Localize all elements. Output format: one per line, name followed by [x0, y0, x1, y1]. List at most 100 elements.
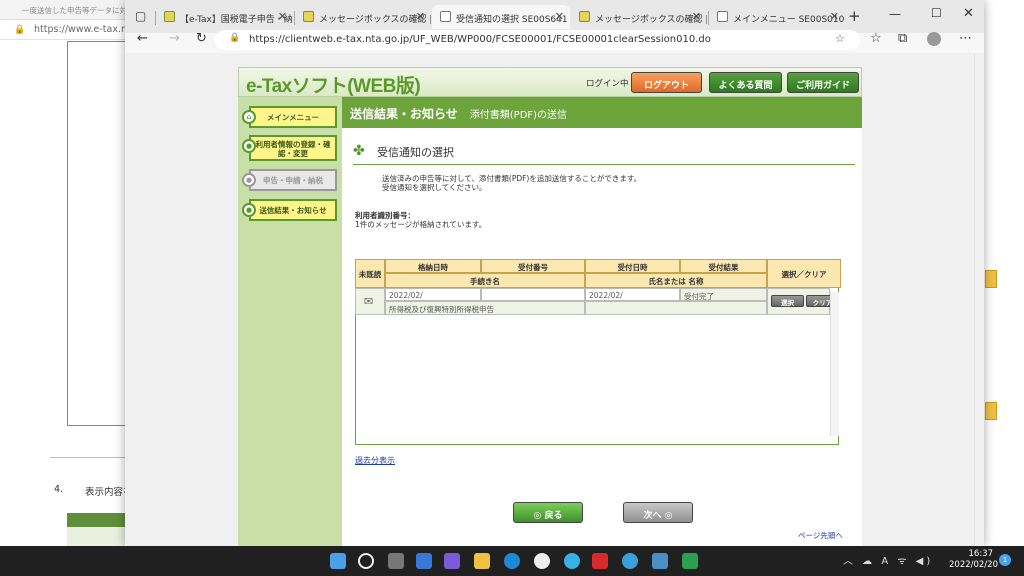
close-icon[interactable]: ✕: [830, 10, 839, 23]
folder-icon[interactable]: [985, 402, 997, 420]
background-tab[interactable]: 一度送信した申告等データに対し: [0, 0, 125, 20]
back-button[interactable]: ◎ 戻る: [513, 502, 583, 523]
favorite-add-icon[interactable]: ☆: [835, 32, 845, 45]
section-heading: ✤ 受信通知の選択: [353, 143, 855, 165]
faq-button[interactable]: よくある質問: [709, 72, 782, 93]
login-status: ログイン中: [586, 79, 629, 89]
background-document: [67, 41, 128, 426]
table-scrollbar[interactable]: [830, 292, 839, 436]
more-menu-icon[interactable]: ⋯: [959, 31, 972, 46]
favorites-icon[interactable]: ☆: [870, 31, 882, 46]
spreadsheet-icon[interactable]: [682, 553, 698, 569]
maximize-icon[interactable]: ☐: [931, 6, 942, 20]
circle-icon: ●: [242, 203, 256, 217]
start-icon[interactable]: [330, 553, 346, 569]
collections-icon[interactable]: ⧉: [898, 31, 907, 46]
folder-icon[interactable]: [985, 270, 997, 288]
close-icon[interactable]: ✕: [692, 10, 701, 23]
etax-logo: e-Taxソフト(WEB版): [246, 76, 421, 97]
etax-site: e-Taxソフト(WEB版) ログイン中 ログアウト よくある質問 ご利用ガイド…: [238, 67, 862, 546]
photos-icon[interactable]: [652, 553, 668, 569]
minimize-icon[interactable]: —: [889, 7, 901, 21]
page-subtitle: 添付書類(PDF)の送信: [469, 110, 568, 121]
tab-actions-icon[interactable]: ▢: [135, 9, 146, 23]
sidebar: ⌂ メインメニュー ● 利用者情報の登録・確認・変更 ● 申告・申請・納税 ● 送信結果…: [238, 97, 342, 546]
clover-icon: ✤: [353, 143, 365, 159]
reload-icon[interactable]: ↻: [196, 31, 207, 46]
tab-etax-home[interactable]: 【e-Tax】国税電子申告・納税 ✕: [156, 5, 293, 29]
header-receipt-result: 受付結果: [680, 259, 767, 273]
security-icon[interactable]: [592, 553, 608, 569]
address-bar[interactable]: 🔒 https://clientweb.e-tax.nta.go.jp/UF_W…: [215, 30, 860, 50]
envelope-icon: ✉: [364, 295, 374, 308]
page-top-link[interactable]: ページ先頭へ: [798, 530, 843, 541]
header-unread: 未既読: [355, 259, 385, 288]
select-button[interactable]: 選択: [771, 295, 804, 307]
search-icon[interactable]: [358, 553, 374, 569]
receipt-table: 未既読 格納日時 受付番号 受付日時 受付結果 手続き名 氏名または 名称 選択…: [355, 259, 841, 445]
close-icon[interactable]: ✕: [416, 10, 425, 23]
background-divider: [50, 457, 128, 458]
tab-message-box[interactable]: メッセージボックスの確認 | 【e✕: [295, 5, 431, 29]
notification-badge[interactable]: 1: [999, 554, 1011, 566]
lock-icon: 🔒: [229, 33, 241, 43]
file-explorer-icon[interactable]: [474, 553, 490, 569]
cell-receipt-no: [481, 288, 585, 301]
cell-result: 受付完了: [680, 288, 767, 301]
close-icon[interactable]: ✕: [555, 10, 564, 23]
window-close-icon[interactable]: ✕: [963, 6, 974, 21]
task-view-icon[interactable]: [388, 553, 404, 569]
sidebar-item-filing: ● 申告・申請・納税: [242, 169, 337, 191]
etax-favicon-icon: [164, 11, 175, 22]
widgets-icon[interactable]: [416, 553, 432, 569]
header-receipt-no: 受付番号: [481, 259, 585, 273]
next-button[interactable]: 次へ ◎: [623, 502, 693, 523]
github-icon[interactable]: [534, 553, 550, 569]
sidebar-item-user-info[interactable]: ● 利用者情報の登録・確認・変更: [242, 135, 337, 161]
header-stored-date: 格納日時: [385, 259, 481, 273]
url-text: https://clientweb.e-tax.nta.go.jp/UF_WEB…: [249, 34, 711, 45]
header-select: 選択／クリア: [767, 259, 841, 288]
cell-receipt-date: 2022/02/: [585, 288, 680, 301]
cell-procedure: 所得税及び復興特別所得税申告: [385, 301, 585, 315]
tab-bar: ▢ 【e-Tax】国税電子申告・納税✕ メッセージボックスの確認 | 【e✕ 受…: [125, 0, 984, 33]
system-tray[interactable]: ︿ ☁ A ᯤ ◀): [843, 552, 933, 567]
new-tab-icon[interactable]: +: [848, 7, 861, 25]
tab-main-menu[interactable]: メインメニュー SE00S010 国税✕: [709, 5, 845, 29]
back-arrow-icon[interactable]: ←: [137, 31, 148, 46]
page-content: e-Taxソフト(WEB版) ログイン中 ログアウト よくある質問 ご利用ガイド…: [125, 53, 974, 546]
clock-date: 2022/02/20: [949, 560, 998, 570]
edge-icon[interactable]: [504, 553, 520, 569]
clock-time: 16:37: [968, 549, 994, 559]
background-right-strip: [983, 40, 1024, 546]
tab-message-box-2[interactable]: メッセージボックスの確認 | 【e✕: [571, 5, 707, 29]
page-title: 送信結果・お知らせ: [350, 107, 458, 121]
circle-icon: ●: [242, 139, 256, 153]
site-header: e-Taxソフト(WEB版) ログイン中 ログアウト よくある質問 ご利用ガイド: [238, 67, 862, 97]
etax-favicon-icon: [303, 11, 314, 22]
help-icon[interactable]: [564, 553, 580, 569]
forward-arrow-icon[interactable]: →: [169, 31, 180, 46]
cell-stored-date: 2022/02/: [385, 288, 481, 301]
chat-icon[interactable]: [444, 553, 460, 569]
cell-name: [585, 301, 767, 315]
profile-avatar-icon[interactable]: [927, 32, 941, 46]
page-title-bar: 送信結果・お知らせ 添付書類(PDF)の送信: [342, 97, 862, 128]
close-icon[interactable]: ✕: [278, 10, 287, 23]
page-scrollbar[interactable]: [974, 53, 984, 546]
header-procedure: 手続き名: [385, 273, 585, 288]
sidebar-item-results[interactable]: ● 送信結果・お知らせ: [242, 199, 337, 221]
background-list-number: 4.: [54, 484, 64, 495]
header-receipt-date: 受付日時: [585, 259, 680, 273]
guide-button[interactable]: ご利用ガイド: [787, 72, 859, 93]
home-icon: ⌂: [242, 110, 256, 124]
tab-receipt-select[interactable]: 受信通知の選択 SE00S641 ✕: [432, 5, 570, 29]
network-icon[interactable]: [622, 553, 638, 569]
logout-button[interactable]: ログアウト: [631, 72, 702, 93]
unread-cell: ✉: [355, 288, 385, 315]
instruction-line-2: 受信通知を選択してください。: [382, 183, 487, 192]
clock[interactable]: 16:37 2022/02/20: [949, 549, 998, 571]
past-items-link[interactable]: 過去分表示: [355, 455, 395, 466]
sidebar-item-main-menu[interactable]: ⌂ メインメニュー: [242, 106, 337, 128]
message-count: 1件のメッセージが格納されています。: [355, 220, 487, 229]
